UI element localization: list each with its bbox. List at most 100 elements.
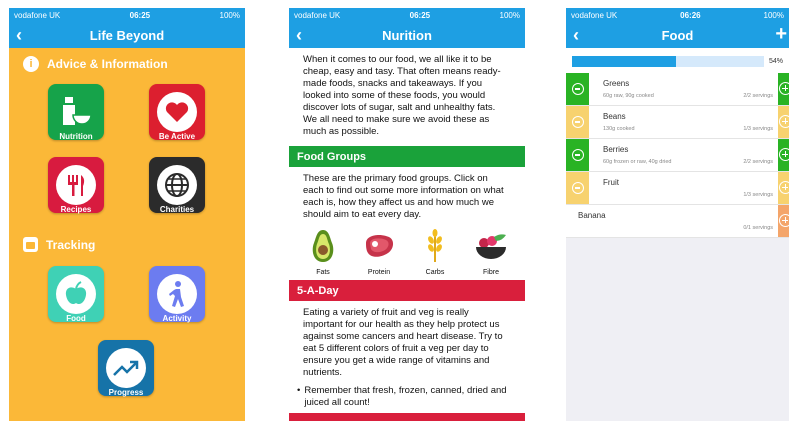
back-chevron-icon[interactable]: ‹ — [573, 25, 579, 46]
walking-person-icon — [169, 281, 184, 307]
page-title: Nurition — [382, 28, 432, 43]
apple-icon — [65, 281, 87, 305]
steak-icon — [366, 235, 394, 257]
food-row-beans[interactable]: Beans 130g cooked 1/3 servings — [566, 106, 789, 139]
intro-text: When it comes to our food, we all like i… — [303, 54, 501, 137]
nutrition-tile[interactable]: Nutrition — [48, 84, 104, 141]
food-groups-list: Fats Protein Carbs Fibre — [289, 225, 525, 276]
servings-progress: 54% — [566, 48, 789, 73]
avocado-icon — [312, 230, 334, 262]
battery-label: 100% — [763, 11, 784, 20]
fruit-bowl-icon — [476, 234, 506, 259]
battery-label: 100% — [499, 11, 520, 20]
food-row-berries[interactable]: Berries 60g frozen or raw, 40g dried 2/2… — [566, 139, 789, 172]
charities-tile[interactable]: Charities — [149, 157, 205, 214]
progress-track — [572, 56, 764, 67]
battery-label: 100% — [219, 11, 240, 20]
trend-circle — [106, 348, 146, 388]
food-groups-text: These are the primary food groups. Click… — [303, 173, 504, 220]
info-icon: i — [23, 56, 39, 72]
food-group-carbs[interactable]: Carbs — [413, 229, 457, 276]
bullet-dot: • — [297, 385, 301, 396]
tracking-section-header: Tracking — [23, 237, 95, 252]
minus-circle-icon — [571, 116, 584, 128]
nutrition-label: Nutrition — [59, 132, 93, 141]
globe-circle — [157, 165, 197, 205]
apple-circle — [56, 274, 96, 314]
food-name: Berries — [603, 145, 629, 154]
food-name: Greens — [603, 79, 630, 88]
globe-icon — [165, 173, 189, 197]
food-servings: 2/2 servings — [743, 159, 773, 165]
add-serving-button[interactable] — [778, 73, 789, 105]
protein-label: Protein — [367, 269, 391, 276]
status-bar: vodafone UK 06:25 100% — [9, 8, 245, 23]
bullet-text: Remember that fresh, frozen, canned, dri… — [304, 385, 507, 408]
remove-serving-button[interactable] — [566, 73, 589, 105]
progress-fill — [572, 56, 676, 67]
carbs-label: Carbs — [425, 269, 445, 276]
time-label: 06:26 — [680, 11, 701, 20]
progress-label: Progress — [108, 388, 144, 397]
food-list: Greens 60g raw, 90g cooked 2/2 servings … — [566, 73, 789, 238]
heart-icon — [165, 102, 189, 122]
nav-bar: ‹ Life Beyond — [9, 23, 245, 48]
fibre-label: Fibre — [483, 269, 499, 276]
cutlery-circle — [56, 165, 96, 205]
food-servings: 1/3 servings — [743, 126, 773, 132]
progress-tile[interactable]: Progress — [98, 340, 154, 397]
plus-circle-icon — [779, 148, 789, 161]
add-serving-button[interactable] — [778, 139, 789, 171]
add-food-icon[interactable]: + — [775, 23, 787, 46]
charities-label: Charities — [159, 205, 195, 214]
activity-tile[interactable]: Activity — [149, 266, 205, 323]
back-chevron-icon[interactable]: ‹ — [16, 25, 22, 46]
cutlery-icon — [68, 175, 85, 196]
food-detail: 130g cooked — [603, 126, 635, 132]
food-group-protein[interactable]: Protein — [357, 229, 401, 276]
be-active-tile[interactable]: Be Active — [149, 84, 205, 141]
food-name: Banana — [578, 211, 606, 220]
minus-circle-icon — [571, 149, 584, 161]
plus-circle-icon — [779, 115, 789, 128]
heart-circle — [157, 92, 197, 132]
minus-circle-icon — [571, 83, 584, 95]
fats-label: Fats — [316, 269, 330, 276]
calendar-icon — [23, 237, 38, 252]
food-groups-heading: Food Groups — [289, 146, 525, 167]
plus-circle-icon — [779, 82, 789, 95]
back-chevron-icon[interactable]: ‹ — [296, 25, 302, 46]
remove-serving-button[interactable] — [566, 106, 589, 138]
plus-circle-icon — [779, 214, 789, 227]
status-bar: vodafone UK 06:25 100% — [289, 8, 525, 23]
food-group-fats[interactable]: Fats — [301, 229, 345, 276]
five-a-day-bullet: • Remember that fresh, frozen, canned, d… — [289, 385, 525, 409]
plus-circle-icon — [779, 181, 789, 194]
recipes-label: Recipes — [60, 205, 92, 214]
next-section-bar — [289, 413, 525, 421]
add-serving-button[interactable] — [778, 205, 789, 237]
minus-circle-icon — [571, 182, 584, 194]
carrier-label: vodafone UK — [294, 11, 341, 20]
add-serving-button[interactable] — [778, 172, 789, 204]
remove-serving-button[interactable] — [566, 172, 589, 204]
recipes-tile[interactable]: Recipes — [48, 157, 104, 214]
wheat-icon — [428, 229, 442, 262]
food-row-banana[interactable]: Banana 0/1 servings — [566, 205, 789, 238]
empty-list-area — [566, 238, 789, 421]
food-tile[interactable]: Food — [48, 266, 104, 323]
food-group-fibre[interactable]: Fibre — [469, 229, 513, 276]
nutrition-screen: vodafone UK 06:25 100% ‹ Nurition When i… — [289, 8, 525, 421]
food-servings: 0/1 servings — [743, 225, 773, 231]
nav-bar: ‹ Food + — [566, 23, 789, 48]
food-detail: 60g frozen or raw, 40g dried — [603, 159, 672, 165]
food-name: Fruit — [603, 178, 619, 187]
food-row-fruit[interactable]: Fruit 1/3 servings — [566, 172, 789, 205]
remove-serving-button[interactable] — [566, 139, 589, 171]
food-row-greens[interactable]: Greens 60g raw, 90g cooked 2/2 servings — [566, 73, 789, 106]
add-serving-button[interactable] — [778, 106, 789, 138]
be-active-label: Be Active — [158, 132, 196, 141]
food-label: Food — [66, 314, 86, 323]
home-screen: vodafone UK 06:25 100% ‹ Life Beyond i A… — [9, 8, 245, 421]
carrier-label: vodafone UK — [14, 11, 61, 20]
